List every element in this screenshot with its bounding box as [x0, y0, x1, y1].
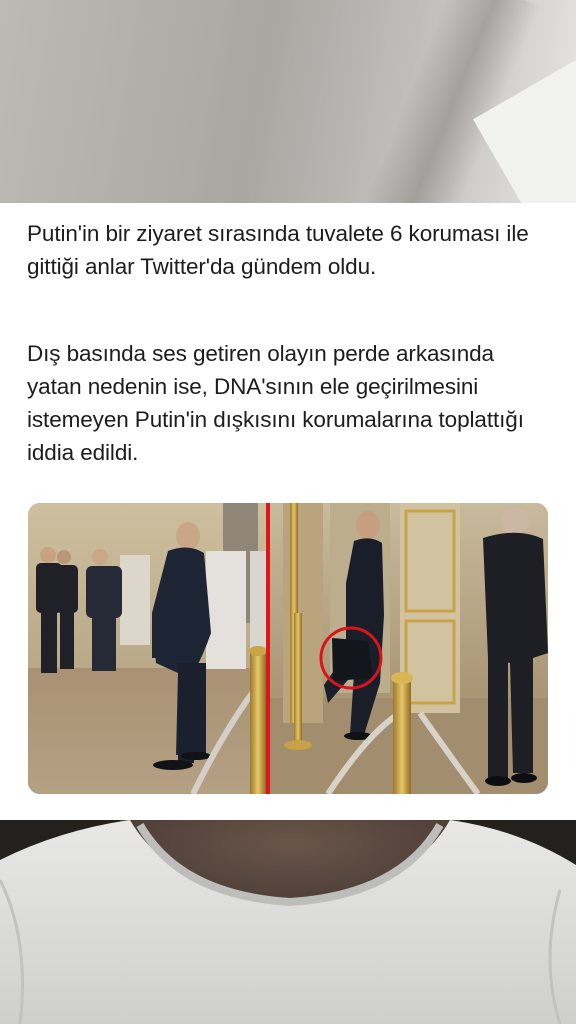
- left-photo-scene: [28, 503, 268, 794]
- post-paragraph-1: Putin'in bir ziyaret sırasında tuvalete …: [27, 221, 529, 279]
- photo-collage: [28, 503, 548, 794]
- top-video-frame: [0, 0, 576, 203]
- post-card: Putin'in bir ziyaret sırasında tuvalete …: [0, 203, 576, 820]
- post-paragraph-2: Dış basında ses getiren olayın perde ark…: [27, 341, 524, 465]
- person-shirt-image: [0, 820, 576, 1024]
- post-photo[interactable]: [28, 503, 548, 794]
- divider-line: [266, 503, 270, 794]
- right-photo-scene: [270, 503, 548, 794]
- bottom-video-frame: [0, 820, 576, 1024]
